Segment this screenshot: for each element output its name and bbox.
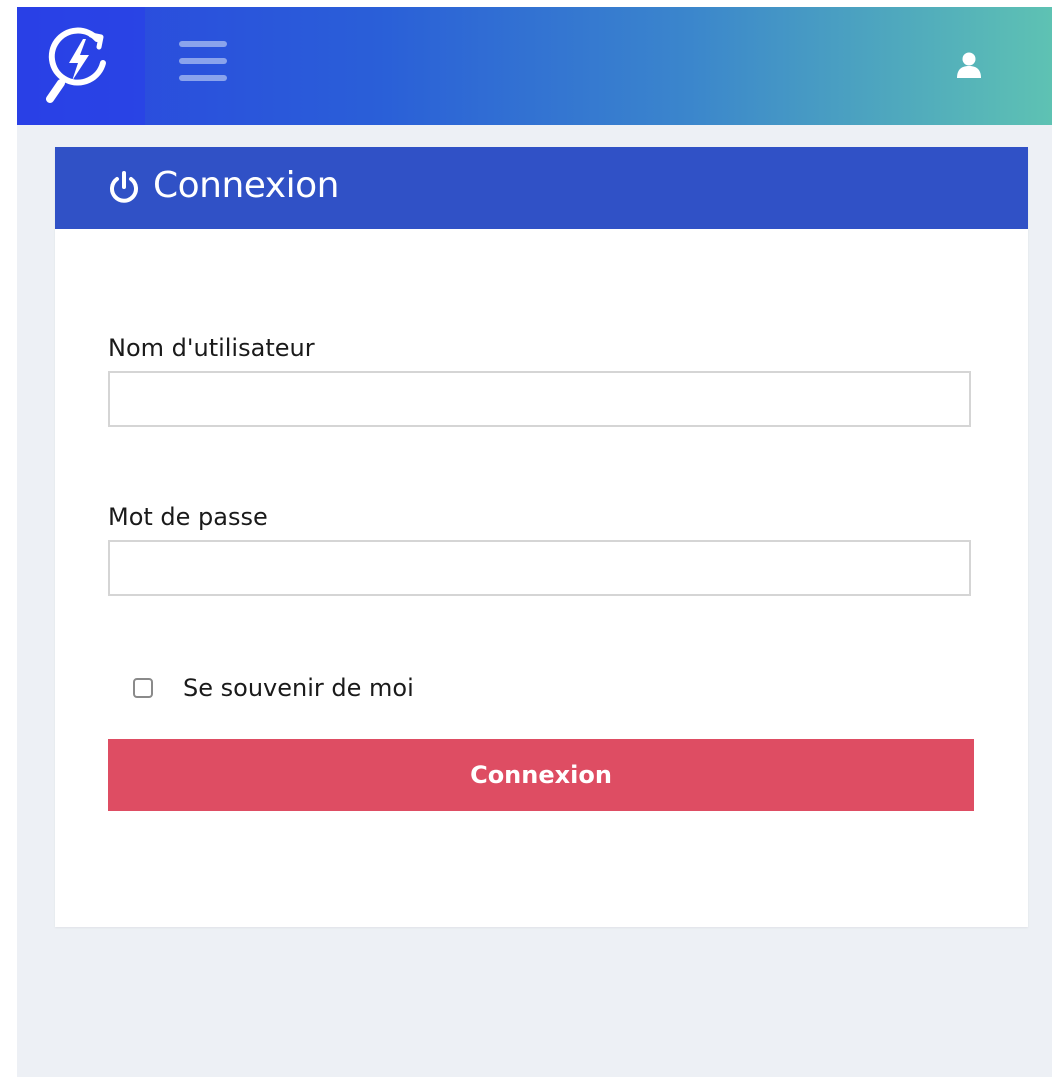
app-viewport: Connexion Nom d'utilisateur Mot de passe… <box>17 7 1052 1077</box>
login-submit-button[interactable]: Connexion <box>108 739 974 811</box>
logo[interactable] <box>17 7 145 125</box>
username-input[interactable] <box>108 371 971 427</box>
hamburger-line <box>179 41 227 47</box>
login-title: Connexion <box>153 165 339 206</box>
login-card: Connexion Nom d'utilisateur Mot de passe… <box>55 147 1028 927</box>
password-label: Mot de passe <box>108 503 268 531</box>
password-input[interactable] <box>108 540 971 596</box>
user-menu-button[interactable] <box>955 51 983 79</box>
menu-toggle-button[interactable] <box>179 41 229 81</box>
remember-me-row: Se souvenir de moi <box>133 673 414 703</box>
power-icon <box>110 171 138 203</box>
remember-me-label[interactable]: Se souvenir de moi <box>183 674 414 702</box>
hamburger-line <box>179 75 227 81</box>
username-label: Nom d'utilisateur <box>108 334 315 362</box>
login-card-header: Connexion <box>55 147 1028 229</box>
remember-me-checkbox[interactable] <box>133 678 153 698</box>
hamburger-line <box>179 58 227 64</box>
top-navbar <box>17 7 1052 125</box>
user-icon <box>957 52 981 78</box>
lightning-refresh-search-icon <box>46 27 106 103</box>
